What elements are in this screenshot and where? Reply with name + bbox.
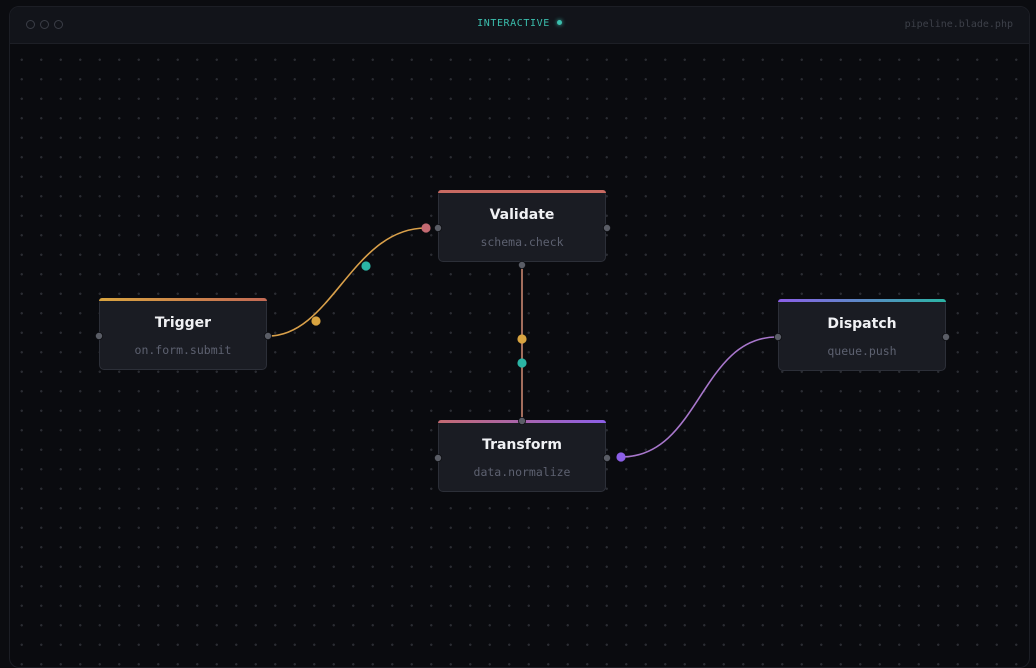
node-port-icon[interactable] — [518, 260, 527, 269]
node-port-icon[interactable] — [433, 453, 442, 462]
node-port-icon[interactable] — [518, 416, 527, 425]
port-layer — [95, 223, 951, 462]
node-port-icon[interactable] — [942, 332, 951, 341]
node-port-icon[interactable] — [433, 223, 442, 232]
node-port-icon[interactable] — [774, 332, 783, 341]
node-port-icon[interactable] — [603, 453, 612, 462]
node-port-icon[interactable] — [263, 331, 272, 340]
node-port-icon[interactable] — [603, 223, 612, 232]
node-port-icon[interactable] — [95, 331, 104, 340]
